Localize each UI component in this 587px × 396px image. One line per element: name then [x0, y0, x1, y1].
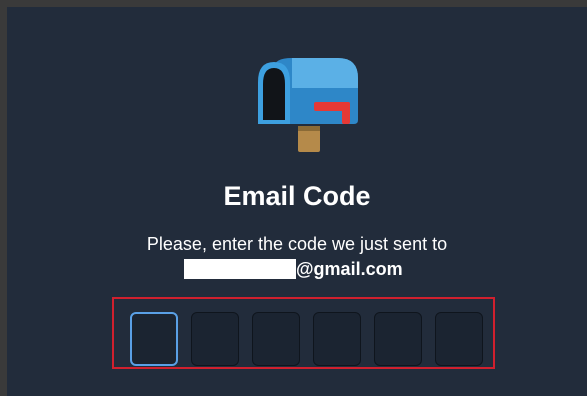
code-digit-6[interactable] — [435, 312, 483, 366]
email-address: @gmail.com — [184, 257, 403, 281]
email-domain: @gmail.com — [296, 259, 403, 279]
code-digit-1[interactable] — [130, 312, 178, 366]
code-digit-2[interactable] — [191, 312, 239, 366]
page-title: Email Code — [223, 181, 371, 211]
code-input-group — [112, 297, 495, 369]
mailbox-icon — [258, 58, 358, 152]
code-digit-5[interactable] — [374, 312, 422, 366]
code-digit-4[interactable] — [313, 312, 361, 366]
instruction-text: Please, enter the code we just sent to — [146, 234, 448, 254]
code-digit-3[interactable] — [252, 312, 300, 366]
redacted-email-username — [184, 259, 296, 279]
email-code-dialog: Email Code Please, enter the code we jus… — [7, 7, 587, 396]
